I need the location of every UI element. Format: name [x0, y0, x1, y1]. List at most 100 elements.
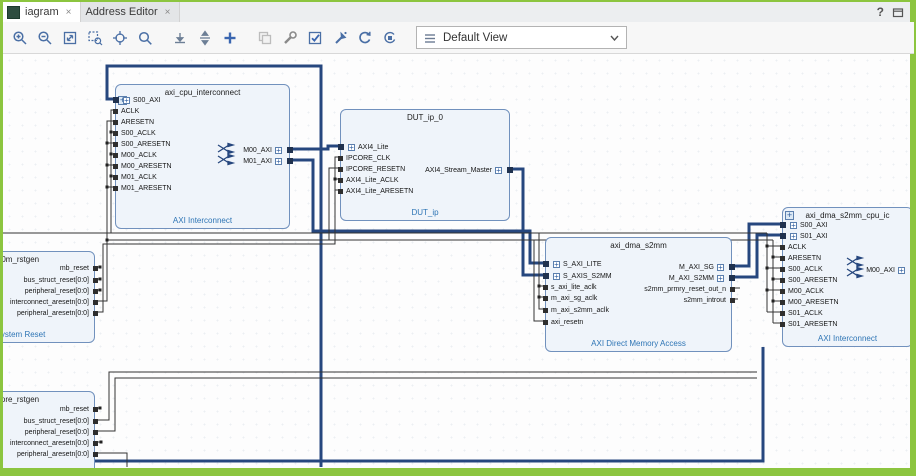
port-stub-icon[interactable]	[113, 131, 118, 136]
port-stub-icon[interactable]	[730, 298, 735, 303]
port-stub-icon[interactable]	[113, 164, 118, 169]
port-stub-icon[interactable]	[113, 175, 118, 180]
port-stub-icon[interactable]	[338, 156, 343, 161]
port-stub-icon[interactable]	[93, 300, 98, 305]
port-stub-icon[interactable]	[338, 167, 343, 172]
close-tab-icon[interactable]: ×	[165, 7, 171, 18]
copy-button[interactable]	[252, 26, 277, 50]
port-stub-icon[interactable]	[730, 287, 735, 292]
center-view-button[interactable]	[107, 26, 132, 50]
port-stub-icon[interactable]	[93, 452, 98, 457]
expand-interface-icon[interactable]	[790, 233, 797, 240]
port-stub-icon[interactable]	[543, 285, 548, 290]
find-button[interactable]	[132, 26, 157, 50]
port-stub-icon[interactable]	[93, 266, 98, 271]
add-ip-button[interactable]	[217, 26, 242, 50]
port-row[interactable]: M_AXI_SG	[679, 262, 731, 272]
port-row[interactable]: m_axi_s2mm_aclk	[546, 305, 609, 315]
view-selector-dropdown[interactable]: Default View	[416, 26, 627, 49]
port-row[interactable]: M_AXI_S2MM	[669, 273, 731, 283]
port-row[interactable]: M00_AXI	[243, 145, 289, 155]
port-row[interactable]: S01_ARESETN	[783, 319, 837, 329]
port-stub-icon[interactable]	[729, 275, 735, 281]
port-stub-icon[interactable]	[338, 144, 344, 150]
port-stub-icon[interactable]	[729, 264, 735, 270]
port-row[interactable]: axi_resetn	[546, 317, 583, 327]
port-row[interactable]: S_AXIS_S2MM	[546, 271, 612, 281]
diagram-canvas[interactable]: axi_cpu_interconnect S00_AXI ACLK ARESET…	[3, 54, 910, 468]
port-row[interactable]: S00_ACLK	[783, 264, 823, 274]
port-row[interactable]: mb_reset	[60, 263, 94, 273]
port-row[interactable]: ARESETN	[783, 253, 821, 263]
port-row[interactable]: s2mm_introut	[684, 295, 731, 305]
port-stub-icon[interactable]	[543, 273, 549, 279]
port-stub-icon[interactable]	[543, 296, 548, 301]
expand-interface-icon[interactable]	[495, 167, 502, 174]
port-stub-icon[interactable]	[780, 222, 786, 228]
port-stub-icon[interactable]	[780, 245, 785, 250]
port-stub-icon[interactable]	[93, 430, 98, 435]
port-stub-icon[interactable]	[113, 120, 118, 125]
wire[interactable]	[3, 347, 763, 461]
port-stub-icon[interactable]	[113, 142, 118, 147]
port-stub-icon[interactable]	[543, 320, 548, 325]
zoom-to-selection-button[interactable]	[82, 26, 107, 50]
customize-button[interactable]	[277, 26, 302, 50]
port-row[interactable]: AXI4_Lite_ARESETN	[341, 186, 413, 196]
port-stub-icon[interactable]	[780, 322, 785, 327]
port-row[interactable]: peripheral_aresetn[0:0]	[17, 449, 94, 459]
port-row[interactable]: M00_ARESETN	[116, 161, 172, 171]
wire[interactable]	[290, 146, 340, 149]
port-row[interactable]: S00_ARESETN	[116, 139, 170, 149]
port-row[interactable]: M00_AXI	[866, 265, 910, 275]
wire[interactable]	[95, 121, 115, 301]
wire[interactable]	[95, 372, 757, 420]
float-window-icon[interactable]	[892, 7, 904, 18]
expand-interface-icon[interactable]	[275, 158, 282, 165]
zoom-in-button[interactable]	[7, 26, 32, 50]
tab-address-editor[interactable]: Address Editor ×	[81, 2, 180, 22]
port-row[interactable]: bus_struct_reset[0:0]	[24, 275, 94, 285]
expand-interface-icon[interactable]	[553, 273, 560, 280]
port-stub-icon[interactable]	[338, 189, 343, 194]
block-axi-cpu-interconnect[interactable]: axi_cpu_interconnect S00_AXI ACLK ARESET…	[115, 84, 290, 229]
port-row[interactable]: bus_struct_reset[0:0]	[24, 416, 94, 426]
port-stub-icon[interactable]	[93, 311, 98, 316]
port-row[interactable]: S00_AXI	[116, 95, 161, 105]
pin-button[interactable]	[327, 26, 352, 50]
help-button[interactable]: ?	[877, 5, 884, 19]
expand-interface-icon[interactable]	[348, 144, 355, 151]
port-stub-icon[interactable]	[780, 311, 785, 316]
port-row[interactable]: M01_ACLK	[116, 172, 157, 182]
port-row[interactable]: S01_AXI	[783, 231, 828, 241]
regenerate-layout-button[interactable]	[352, 26, 377, 50]
expand-interface-icon[interactable]	[553, 261, 560, 268]
port-row[interactable]: S00_ARESETN	[783, 275, 837, 285]
port-row[interactable]: S00_AXI	[783, 220, 828, 230]
wire[interactable]	[95, 378, 757, 431]
port-stub-icon[interactable]	[113, 153, 118, 158]
port-row[interactable]: AXI4_Lite	[341, 142, 388, 152]
port-stub-icon[interactable]	[93, 407, 98, 412]
block-dut-ip-0[interactable]: DUT_ip_0 AXI4_Lite IPCORE_CLK IPCORE_RES…	[340, 109, 510, 221]
port-row[interactable]: S00_ACLK	[116, 128, 156, 138]
port-stub-icon[interactable]	[507, 167, 513, 173]
port-stub-icon[interactable]	[780, 300, 785, 305]
port-row[interactable]: ARESETN	[116, 117, 154, 127]
port-stub-icon[interactable]	[780, 278, 785, 283]
block-axi-dma-s2mm-cpu-ic[interactable]: axi_dma_s2mm_cpu_ic S00_AXI S01_AXI ACLK…	[782, 207, 910, 347]
port-row[interactable]: s2mm_prmry_reset_out_n	[644, 284, 731, 294]
port-row[interactable]: peripheral_reset[0:0]	[25, 427, 94, 437]
port-row[interactable]: S_AXI_LITE	[546, 259, 602, 269]
port-row[interactable]: interconnect_aresetn[0:0]	[10, 297, 94, 307]
port-stub-icon[interactable]	[287, 158, 293, 164]
port-stub-icon[interactable]	[93, 278, 98, 283]
port-row[interactable]: peripheral_reset[0:0]	[25, 286, 94, 296]
block-rstgen-2[interactable]: core_rstgen mb_reset bus_struct_reset[0:…	[3, 391, 95, 468]
redraw-layout-button[interactable]	[377, 26, 402, 50]
port-row[interactable]: S01_ACLK	[783, 308, 823, 318]
collapse-block-icon[interactable]	[785, 211, 794, 220]
port-row[interactable]: mb_reset	[60, 404, 94, 414]
block-rstgen-1[interactable]: 00m_rstgen mb_reset bus_struct_reset[0:0…	[3, 251, 95, 343]
port-row[interactable]: IPCORE_RESETN	[341, 164, 405, 174]
